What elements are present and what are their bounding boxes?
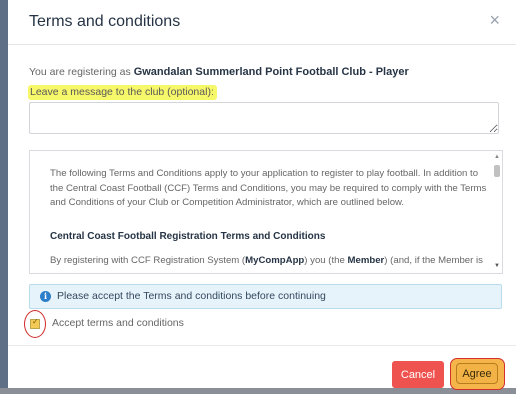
modal-backdrop [0, 0, 8, 394]
message-textarea[interactable] [29, 102, 499, 134]
scroll-down-icon[interactable]: ▼ [494, 263, 500, 269]
club-player-name: Gwandalan Summerland Point Football Club… [133, 66, 409, 78]
modal-header: Terms and conditions × [8, 0, 516, 45]
terms-reg-mid: ) you (the [304, 255, 348, 266]
scroll-thumb[interactable] [494, 165, 500, 177]
terms-heading: Central Coast Football Registration Term… [50, 230, 326, 242]
cancel-button[interactable]: Cancel [392, 361, 444, 388]
terms-reg-suffix: ) (and, if the Member is [384, 255, 483, 266]
registration-intro: You are registering as Gwandalan Summerl… [29, 66, 409, 78]
terms-reg-app: MyCompApp [245, 255, 305, 266]
intro-prefix: You are registering as [29, 66, 131, 78]
agree-highlight: Agree [450, 358, 505, 390]
terms-reg-member: Member [347, 255, 385, 266]
terms-modal: Terms and conditions × You are registeri… [8, 0, 516, 390]
accept-terms-label[interactable]: Accept terms and conditions [52, 317, 184, 329]
terms-scrollbar[interactable]: ▲ ▼ [493, 153, 501, 269]
close-icon[interactable]: × [489, 11, 500, 29]
modal-footer: Cancel Agree [8, 345, 516, 390]
agree-button[interactable]: Agree [456, 363, 498, 384]
alert-text: Please accept the Terms and conditions b… [57, 290, 326, 302]
terms-registration-paragraph: By registering with CCF Registration Sys… [50, 254, 490, 269]
accept-terms-alert: i Please accept the Terms and conditions… [29, 284, 502, 309]
message-label: Leave a message to the club (optional): [28, 85, 217, 100]
accept-terms-checkbox[interactable] [30, 317, 40, 329]
terms-content: The following Terms and Conditions apply… [50, 167, 490, 269]
terms-paragraph: The following Terms and Conditions apply… [50, 168, 487, 208]
terms-scroll-box[interactable]: The following Terms and Conditions apply… [29, 150, 503, 274]
modal-title: Terms and conditions [29, 13, 181, 30]
info-icon: i [40, 291, 51, 302]
scroll-up-icon[interactable]: ▲ [494, 154, 500, 160]
terms-reg-prefix: By registering with CCF Registration Sys… [50, 255, 246, 266]
accept-terms-row: Accept terms and conditions [24, 310, 224, 338]
